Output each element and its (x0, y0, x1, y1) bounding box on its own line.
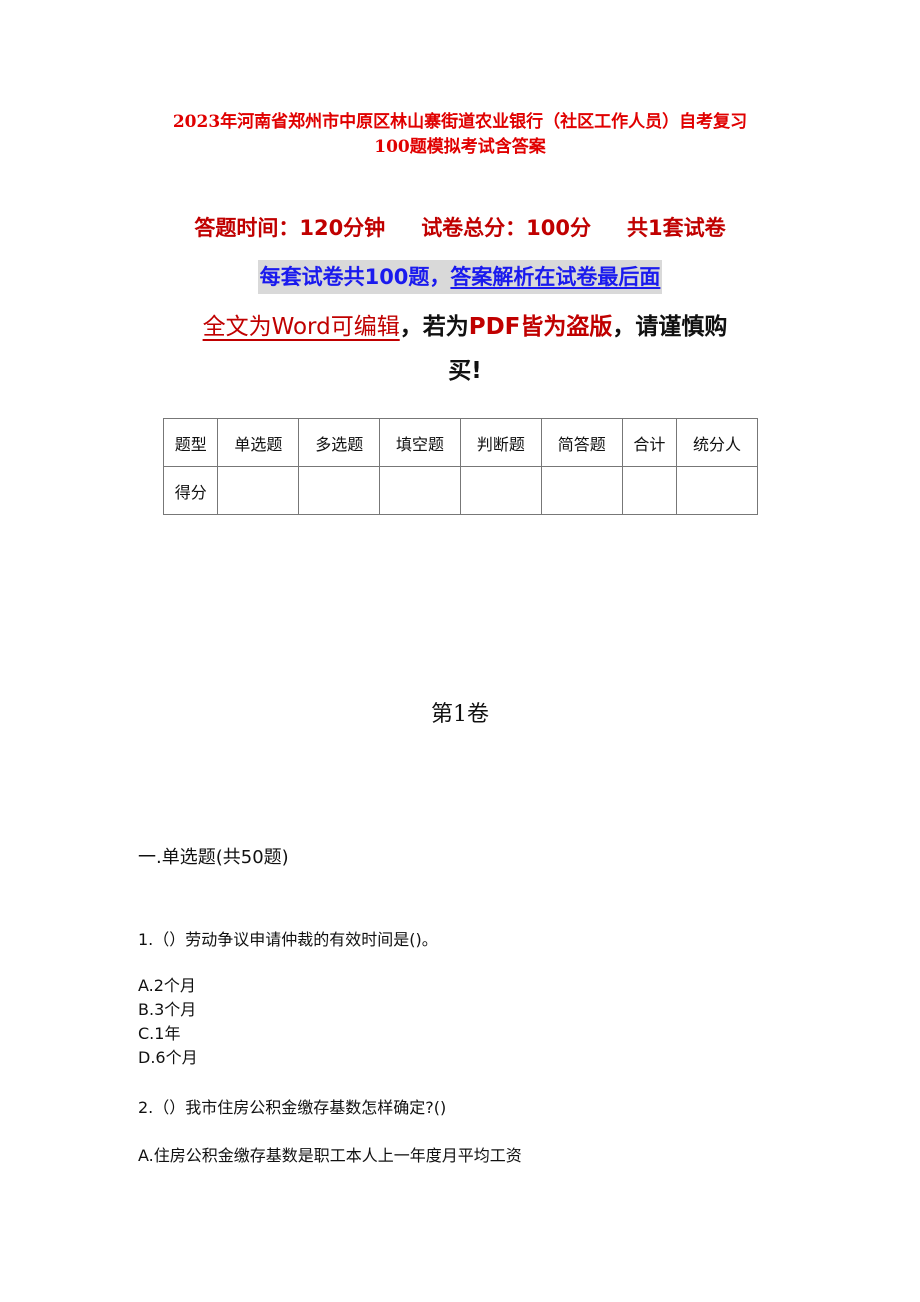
question-1: 1.（）劳动争议申请仲裁的有效时间是()。 (138, 930, 438, 949)
notice-part-2: 答案解析在试卷最后面 (450, 265, 661, 289)
exam-sets: 共1套试卷 (627, 216, 726, 240)
score-label-cell: 得分 (162, 466, 219, 515)
header-cell: 判断题 (459, 418, 542, 467)
warning-comma: ，若为 (399, 314, 469, 340)
question-1-option-c: C.1年 (138, 1024, 181, 1043)
header-cell: 填空题 (379, 418, 461, 467)
title-line-1: 2023年河南省郑州市中原区林山寨街道农业银行（社区工作人员）自考复习 (172, 112, 748, 132)
answer-notice: 每套试卷共100题，答案解析在试卷最后面 (0, 260, 920, 294)
header-cell: 合计 (621, 418, 678, 467)
section-heading: 一.单选题(共50题) (138, 847, 289, 868)
question-1-option-b: B.3个月 (138, 1000, 197, 1019)
notice-part-1: 每套试卷共100题， (259, 265, 451, 289)
editable-note: 全文为Word可编辑 (202, 314, 400, 340)
score-cell (676, 466, 758, 515)
score-cell (379, 466, 461, 515)
score-table-header-row: 题型 单选题 多选题 填空题 判断题 简答题 合计 统分人 (162, 418, 758, 467)
document-title: 2023年河南省郑州市中原区林山寨街道农业银行（社区工作人员）自考复习 100题… (0, 110, 920, 160)
pdf-piracy-note: PDF皆为盗版 (468, 314, 613, 340)
question-1-option-d: D.6个月 (138, 1048, 198, 1067)
header-cell: 多选题 (298, 418, 381, 467)
piracy-warning: 全文为Word可编辑，若为PDF皆为盗版，请谨慎购 买! (150, 305, 780, 393)
header-cell: 简答题 (540, 418, 623, 467)
score-cell (217, 466, 300, 515)
score-cell (540, 466, 623, 515)
header-cell: 统分人 (676, 418, 758, 467)
score-table-score-row: 得分 (162, 466, 758, 515)
warning-rest-2: 买! (448, 358, 482, 384)
exam-meta: 答题时间：120分钟 试卷总分：100分 共1套试卷 (0, 212, 920, 244)
volume-heading: 第1卷 (431, 702, 489, 727)
question-1-option-a: A.2个月 (138, 976, 196, 995)
header-cell: 题型 (162, 418, 219, 467)
question-2: 2.（）我市住房公积金缴存基数怎样确定?() (138, 1098, 447, 1117)
question-2-option-a: A.住房公积金缴存基数是职工本人上一年度月平均工资 (138, 1146, 522, 1165)
exam-total-score: 试卷总分：100分 (421, 216, 592, 240)
title-line-2: 100题模拟考试含答案 (374, 137, 546, 157)
score-cell (298, 466, 381, 515)
header-cell: 单选题 (217, 418, 300, 467)
warning-rest-1: ，请谨慎购 (612, 314, 728, 340)
exam-time: 答题时间：120分钟 (194, 216, 386, 240)
score-cell (459, 466, 542, 515)
score-cell (621, 466, 678, 515)
score-table: 题型 单选题 多选题 填空题 判断题 简答题 合计 统分人 得分 (162, 418, 758, 515)
